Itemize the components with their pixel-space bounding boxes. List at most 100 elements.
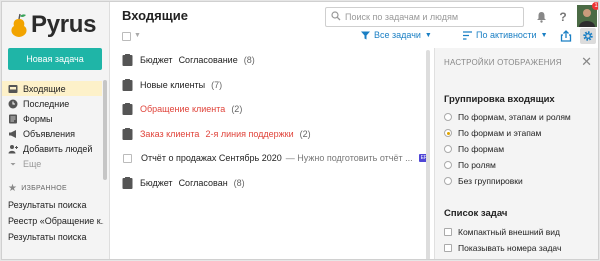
filter-icon bbox=[361, 31, 370, 39]
radio-button[interactable] bbox=[444, 145, 452, 153]
radio-button[interactable] bbox=[444, 129, 452, 137]
grouping-option[interactable]: По формам и этапам bbox=[444, 128, 541, 138]
help-button[interactable]: ? bbox=[553, 7, 573, 27]
task-title: Бюджет bbox=[140, 55, 173, 66]
sidebar-item-label: Добавить людей bbox=[23, 143, 93, 154]
logo[interactable]: Pyrus bbox=[8, 11, 97, 38]
sidebar-item-label: Формы bbox=[23, 113, 53, 124]
task-list-heading: Список задач bbox=[444, 208, 508, 219]
chevron-down-icon bbox=[8, 159, 18, 169]
add-person-icon bbox=[8, 144, 18, 154]
task-count: (8) bbox=[243, 55, 255, 66]
page-title: Входящие bbox=[122, 8, 188, 23]
display-settings-panel: НАСТРОЙКИ ОТОБРАЖЕНИЯ ✕ Группировка вход… bbox=[434, 48, 598, 259]
task-count: (2) bbox=[231, 104, 243, 115]
task-snippet: — Нужно подготовить отчёт ... bbox=[285, 153, 413, 164]
form-icon bbox=[122, 127, 133, 140]
radio-button[interactable] bbox=[444, 161, 452, 169]
grouping-heading: Группировка входящих bbox=[444, 94, 555, 105]
app-window: Pyrus Новая задача Входящие Последние Фо… bbox=[1, 1, 599, 260]
task-status: Согласован bbox=[178, 177, 228, 188]
favorite-item[interactable]: Результаты поиска bbox=[8, 232, 104, 242]
share-icon bbox=[560, 30, 572, 42]
sidebar: Pyrus Новая задача Входящие Последние Фо… bbox=[2, 2, 110, 259]
sidebar-item-inbox[interactable]: Входящие bbox=[2, 81, 102, 96]
megaphone-icon bbox=[8, 129, 18, 139]
form-icon bbox=[8, 114, 18, 124]
notification-badge: 1 bbox=[592, 2, 598, 10]
task-title: Заказ клиента bbox=[140, 128, 200, 139]
list-item[interactable]: Бюджет Согласование (8) bbox=[112, 48, 422, 73]
display-settings-button[interactable] bbox=[580, 28, 596, 44]
task-status: Согласование bbox=[178, 55, 238, 66]
form-icon bbox=[122, 176, 133, 189]
task-title: Новые клиенты bbox=[140, 79, 206, 90]
gear-icon bbox=[583, 31, 593, 41]
list-item[interactable]: Бюджет Согласован (8) bbox=[112, 171, 422, 196]
chevron-down-icon: ▼ bbox=[424, 31, 432, 39]
task-status: 2-я линия поддержки bbox=[205, 128, 294, 139]
task-checkbox[interactable] bbox=[123, 153, 132, 163]
list-item[interactable]: Новые клиенты (7) bbox=[112, 73, 422, 98]
list-item[interactable]: Обращение клиента (2) bbox=[112, 97, 422, 122]
list-option[interactable]: Показывать номера задач bbox=[444, 243, 561, 253]
checkbox[interactable] bbox=[444, 244, 452, 252]
grouping-option[interactable]: По формам, этапам и ролям bbox=[444, 112, 571, 122]
panel-title: НАСТРОЙКИ ОТОБРАЖЕНИЯ bbox=[444, 58, 562, 67]
sort-dropdown[interactable]: По активности ▼ bbox=[463, 30, 548, 40]
export-button[interactable] bbox=[558, 28, 574, 44]
sidebar-item-more[interactable]: Еще bbox=[2, 156, 102, 171]
pear-logo-icon bbox=[11, 13, 27, 37]
sidebar-item-label: Входящие bbox=[23, 83, 66, 94]
notifications-button[interactable] bbox=[531, 7, 551, 27]
chevron-down-icon[interactable]: ▼ bbox=[134, 32, 141, 39]
avatar[interactable]: 1 bbox=[577, 2, 598, 27]
select-all-checkbox[interactable] bbox=[122, 32, 131, 41]
inbox-icon bbox=[8, 84, 18, 94]
list-item[interactable]: Отчёт о продажах Сентябрь 2020 — Нужно п… bbox=[112, 146, 430, 171]
form-icon bbox=[122, 78, 133, 91]
close-icon[interactable]: ✕ bbox=[581, 54, 592, 70]
favorite-item[interactable]: Результаты поиска bbox=[8, 200, 104, 210]
bell-icon bbox=[536, 12, 546, 23]
new-task-button[interactable]: Новая задача bbox=[8, 48, 102, 70]
form-icon bbox=[122, 54, 133, 67]
search-input[interactable] bbox=[345, 12, 515, 22]
task-count: (2) bbox=[299, 128, 311, 139]
form-icon bbox=[122, 103, 133, 116]
search-box[interactable] bbox=[325, 7, 524, 27]
sidebar-nav: Входящие Последние Формы Объявления Доба… bbox=[2, 81, 102, 171]
sort-label: По активности bbox=[476, 30, 537, 40]
sidebar-item-forms[interactable]: Формы bbox=[2, 111, 102, 126]
brand-name: Pyrus bbox=[31, 11, 97, 38]
sidebar-item-announcements[interactable]: Объявления bbox=[2, 126, 102, 141]
star-icon: ★ bbox=[8, 183, 18, 194]
sidebar-item-label: Объявления bbox=[23, 128, 76, 139]
filter-dropdown[interactable]: Все задачи ▼ bbox=[361, 30, 432, 40]
task-count: (8) bbox=[233, 177, 245, 188]
task-title: Отчёт о продажах Сентябрь 2020 bbox=[141, 153, 282, 164]
question-icon: ? bbox=[559, 10, 567, 24]
grouping-option[interactable]: По ролям bbox=[444, 160, 496, 170]
sort-icon bbox=[463, 30, 472, 40]
sidebar-item-add-people[interactable]: Добавить людей bbox=[2, 141, 102, 156]
radio-button[interactable] bbox=[444, 177, 452, 185]
filter-label: Все задачи bbox=[374, 30, 421, 40]
sidebar-scrollbar[interactable] bbox=[103, 80, 107, 180]
task-title: Обращение клиента bbox=[140, 104, 226, 115]
sidebar-item-label: Еще bbox=[23, 158, 42, 169]
sidebar-item-recent[interactable]: Последние bbox=[2, 96, 102, 111]
task-count: (7) bbox=[211, 79, 223, 90]
list-scrollbar[interactable] bbox=[426, 50, 430, 259]
list-item[interactable]: Заказ клиента 2-я линия поддержки (2) bbox=[112, 122, 422, 147]
chevron-down-icon: ▼ bbox=[540, 31, 548, 39]
checkbox[interactable] bbox=[444, 228, 452, 236]
sidebar-item-label: Последние bbox=[23, 98, 70, 109]
list-option[interactable]: Компактный внешний вид bbox=[444, 227, 560, 237]
favorite-item[interactable]: Реестр «Обращение к... bbox=[8, 216, 104, 226]
task-title: Бюджет bbox=[140, 177, 173, 188]
grouping-option[interactable]: Без группировки bbox=[444, 176, 523, 186]
radio-button[interactable] bbox=[444, 113, 452, 121]
clock-icon bbox=[8, 99, 18, 109]
grouping-option[interactable]: По формам bbox=[444, 144, 504, 154]
